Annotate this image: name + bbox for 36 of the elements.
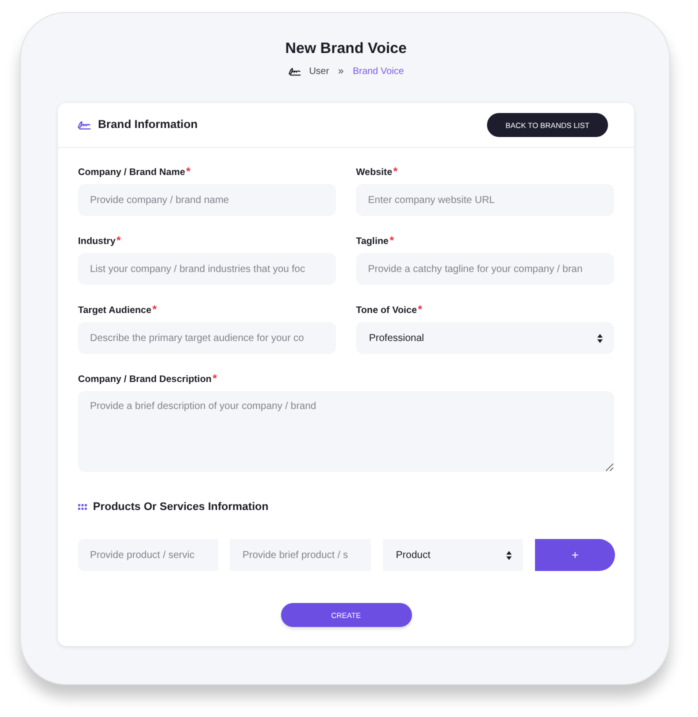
input-field[interactable]: Enter company website URL (356, 184, 614, 216)
field-label: Tagline (356, 236, 389, 246)
required-mark: * (152, 304, 157, 316)
field-label: Website (356, 166, 392, 178)
page-title: New Brand Voice (285, 39, 407, 59)
input-field[interactable]: Provide product / servic (78, 539, 218, 571)
input-field[interactable]: List your company / brand industries that you foc (78, 253, 336, 285)
select-field[interactable]: Professional (356, 322, 614, 354)
required-mark: * (212, 373, 217, 385)
add-button[interactable]: + (535, 539, 615, 571)
text-area[interactable]: Provide a brief description of your company / brand (78, 391, 614, 472)
signature-icon (77, 120, 91, 130)
input-field[interactable]: Describe the primary target audience for your co (78, 322, 336, 354)
select-field[interactable]: Product (382, 539, 524, 571)
dots-grid-icon (78, 504, 87, 510)
field-label: Company / Brand Description (78, 374, 212, 384)
section-title: Brand Information (98, 119, 198, 131)
field-label: Target Audience (78, 304, 152, 316)
field-label: Company / Brand Name (78, 166, 186, 178)
field-label: Tone of Voice (356, 304, 417, 316)
breadcrumb-separator: » (338, 66, 344, 76)
required-mark: * (390, 235, 394, 247)
section-title: Products Or Services Information (93, 501, 268, 513)
breadcrumb-link[interactable]: User (309, 66, 330, 76)
updown-caret-icon (506, 550, 512, 560)
required-mark: * (116, 235, 121, 247)
breadcrumb-link[interactable]: Brand Voice (352, 66, 404, 76)
input-field[interactable]: Provide company / brand name (78, 184, 336, 216)
required-mark: * (186, 166, 190, 178)
input-field[interactable]: Provide brief product / s (230, 539, 371, 571)
input-field[interactable]: Provide a catchy tagline for your company / bran (356, 253, 614, 285)
signature-icon (288, 66, 302, 76)
required-mark: * (418, 304, 422, 316)
updown-caret-icon (597, 334, 603, 342)
required-mark: * (393, 166, 398, 178)
field-label: Industry (78, 236, 116, 246)
